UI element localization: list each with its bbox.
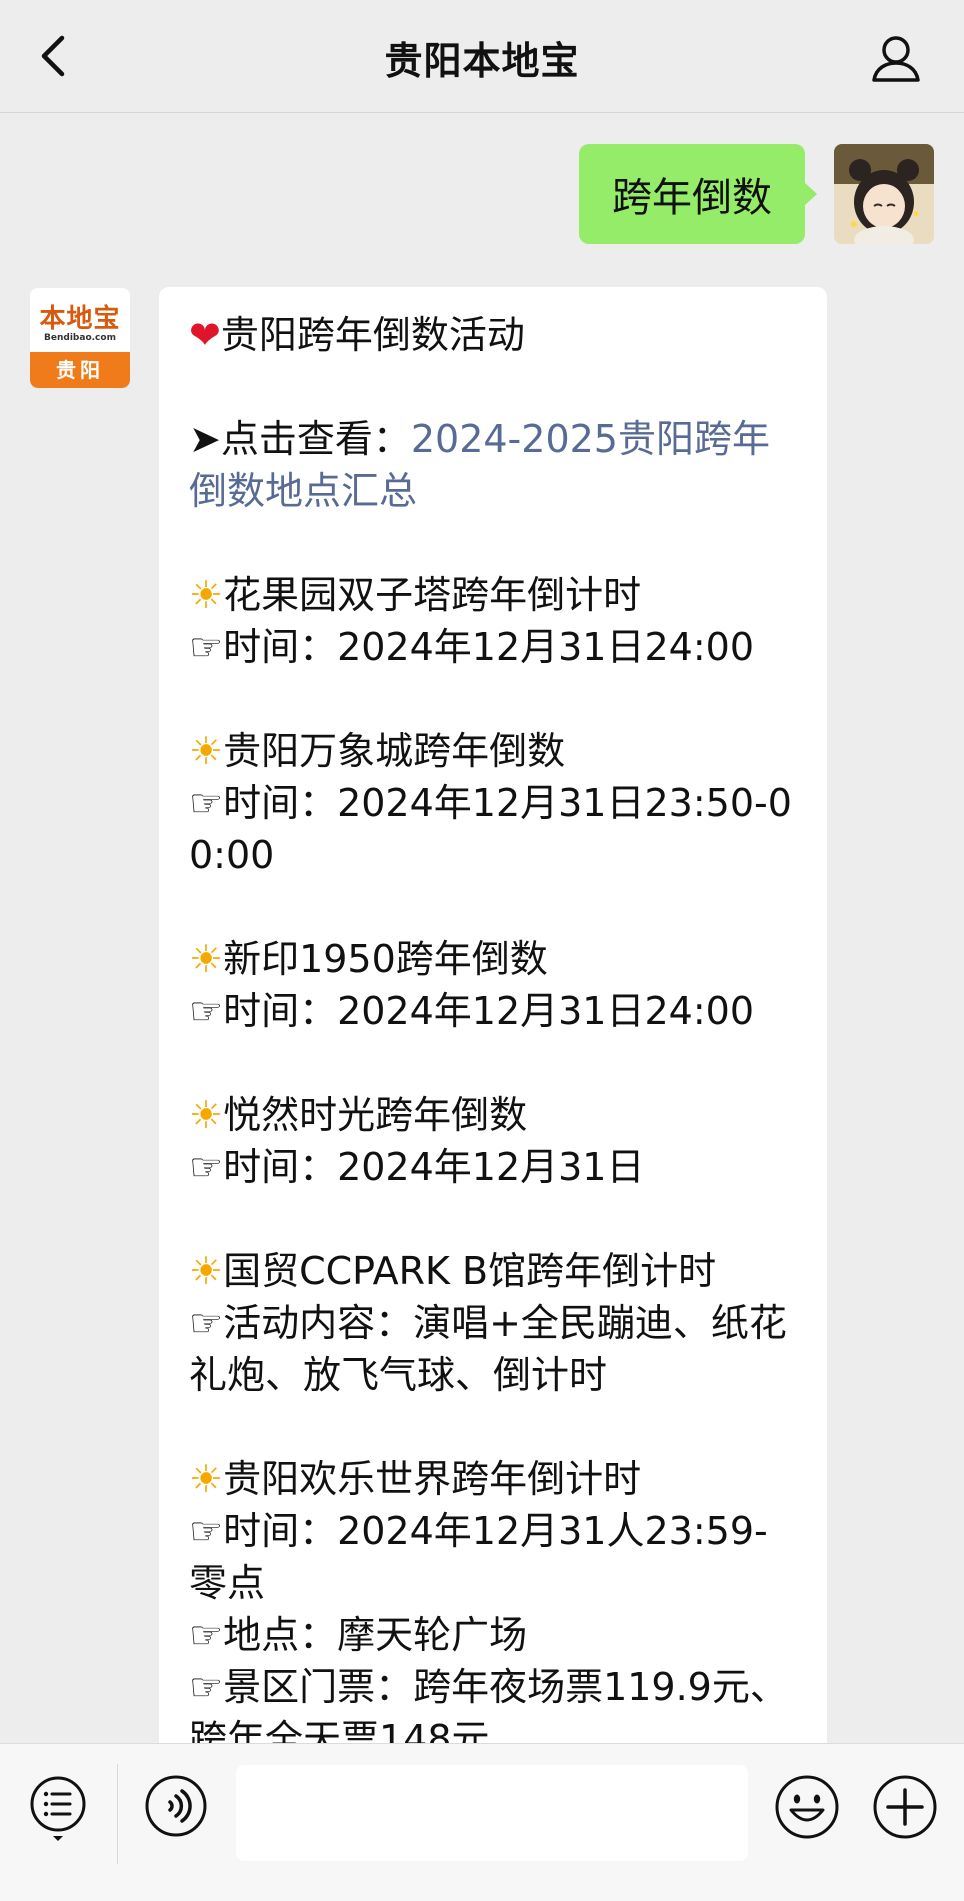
more-button[interactable] — [872, 1774, 938, 1840]
toolbar-divider — [117, 1764, 118, 1864]
event-title-text: 花果园双子塔跨年倒计时 — [223, 573, 642, 617]
message-heading-text: 贵阳跨年倒数活动 — [220, 313, 525, 357]
event-title-text: 贵阳欢乐世界跨年倒计时 — [223, 1457, 642, 1501]
incoming-message-bubble[interactable]: ❤贵阳跨年倒数活动 ➤点击查看：2024-2025贵阳跨年倒数地点汇总 ☀花果园… — [159, 287, 827, 1757]
anime-girl-avatar-image — [834, 144, 934, 244]
event-title: ☀新印1950跨年倒数 — [189, 933, 797, 985]
event-detail: ☞活动内容：演唱+全民蹦迪、纸花礼炮、放飞气球、倒计时 — [189, 1301, 787, 1397]
profile-button[interactable] — [868, 30, 924, 86]
event-title-text: 贵阳万象城跨年倒数 — [223, 729, 566, 773]
list-icon — [30, 1776, 86, 1841]
event-title: ☀国贸CCPARK B馆跨年倒计时 — [189, 1245, 797, 1297]
event-detail: ☞时间：2024年12月31日24:00 — [189, 989, 754, 1033]
event-detail: ☞时间：2024年12月31人23:59-零点 — [189, 1509, 768, 1605]
emoji-button[interactable] — [774, 1774, 840, 1840]
event-detail: ☞地点：摩天轮广场 — [189, 1613, 528, 1657]
event-title: ☀贵阳万象城跨年倒数 — [189, 725, 797, 777]
sun-icon: ☀ — [189, 1457, 224, 1501]
logo-city: 贵阳 — [30, 352, 130, 388]
chat-title: 贵阳本地宝 — [384, 39, 580, 83]
plus-icon — [873, 1775, 937, 1839]
sun-icon: ☀ — [189, 1093, 224, 1137]
event-detail: ☞时间：2024年12月31日23:50-00:00 — [189, 781, 792, 877]
outgoing-message-text: 跨年倒数 — [612, 175, 772, 221]
sun-icon: ☀ — [189, 729, 224, 773]
link-line: ➤点击查看：2024-2025贵阳跨年倒数地点汇总 — [189, 413, 797, 517]
sun-icon: ☀ — [189, 937, 224, 981]
event-detail: ☞时间：2024年12月31日24:00 — [189, 625, 754, 669]
message-input[interactable] — [236, 1765, 748, 1861]
person-icon — [872, 36, 920, 82]
link-prefix: ➤点击查看： — [189, 417, 411, 461]
voice-icon — [145, 1775, 207, 1837]
avatar-logo-area: 本地宝 Bendibao.com — [30, 288, 130, 352]
input-toolbar — [0, 1743, 964, 1901]
event-title: ☀贵阳欢乐世界跨年倒计时 — [189, 1453, 797, 1505]
voice-button[interactable] — [144, 1774, 208, 1838]
event-title-text: 新印1950跨年倒数 — [223, 937, 548, 981]
smiley-icon — [775, 1775, 839, 1839]
logo-text: 本地宝 — [39, 304, 121, 334]
sun-icon: ☀ — [189, 573, 224, 617]
message-heading: ❤贵阳跨年倒数活动 — [189, 309, 797, 361]
logo-url: Bendibao.com — [44, 333, 116, 343]
heart-icon: ❤ — [189, 313, 221, 357]
event-title: ☀悦然时光跨年倒数 — [189, 1089, 797, 1141]
event-detail: ☞时间：2024年12月31日 — [189, 1145, 645, 1189]
sun-icon: ☀ — [189, 1249, 224, 1293]
outgoing-message-bubble[interactable]: 跨年倒数 — [579, 144, 817, 244]
bot-avatar[interactable]: 本地宝 Bendibao.com 贵阳 — [30, 288, 130, 388]
menu-button[interactable] — [28, 1774, 90, 1844]
user-avatar[interactable] — [834, 144, 934, 244]
event-title-text: 国贸CCPARK B馆跨年倒计时 — [223, 1249, 717, 1293]
event-title: ☀花果园双子塔跨年倒计时 — [189, 569, 797, 621]
event-title-text: 悦然时光跨年倒数 — [223, 1093, 528, 1137]
chat-header: 贵阳本地宝 — [0, 0, 964, 113]
